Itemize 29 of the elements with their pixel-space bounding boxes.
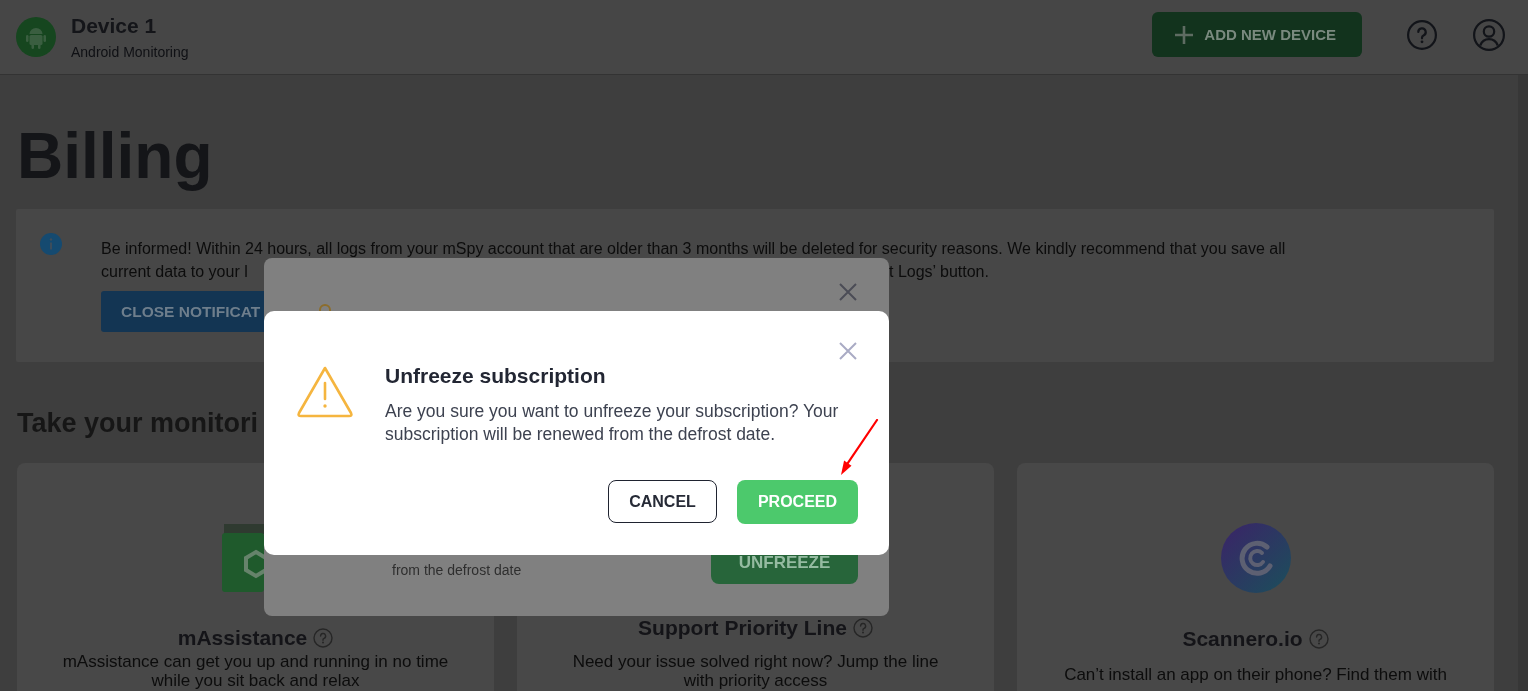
logo-icon xyxy=(1220,523,1291,593)
dialog-message: Are you sure you want to unfreeze your subscription? Your subscription will be renewed from the defrost date. xyxy=(385,400,840,446)
help-icon[interactable] xyxy=(852,618,873,638)
notification-text: Be informed! Within 24 hours, all logs from your mSpy account that are older than 3 months will be deleted for security reasons. We kindly recommend that you save all xyxy=(101,240,1286,257)
info-icon xyxy=(40,233,62,255)
add-device-button[interactable]: ADD NEW DEVICE xyxy=(1152,12,1362,57)
app-icon xyxy=(221,524,264,592)
proceed-button[interactable]: PROCEED xyxy=(737,480,858,524)
card-description: Need your issue solved right now? Jump the line with priority access xyxy=(571,652,940,690)
help-icon[interactable] xyxy=(1407,19,1437,50)
close-icon[interactable] xyxy=(839,342,857,360)
cancel-button[interactable]: CANCEL xyxy=(608,480,717,523)
notification-text: t Logs’ button. xyxy=(889,263,989,280)
close-notification-button[interactable]: CLOSE NOTIFICAT xyxy=(101,291,264,332)
close-icon[interactable] xyxy=(839,283,857,301)
annotation-arrow xyxy=(839,419,879,476)
card-description: mAssistance can get you up and running in no time while you sit back and relax xyxy=(61,652,450,690)
help-icon[interactable] xyxy=(1308,629,1329,649)
android-icon xyxy=(16,16,56,57)
card-description: Can’t install an app on their phone? Find them with xyxy=(1064,665,1447,684)
dialog-note: from the defrost date xyxy=(392,561,522,579)
help-icon[interactable] xyxy=(313,628,334,648)
account-icon[interactable] xyxy=(1473,18,1505,51)
device-type: Android Monitoring xyxy=(71,42,189,61)
dialog-title: Unfreeze subscription xyxy=(385,363,607,389)
unfreeze-button[interactable]: UNFREEZE xyxy=(711,555,858,584)
arch-icon xyxy=(318,304,332,311)
warning-icon xyxy=(296,365,354,418)
plus-icon xyxy=(1175,25,1194,44)
